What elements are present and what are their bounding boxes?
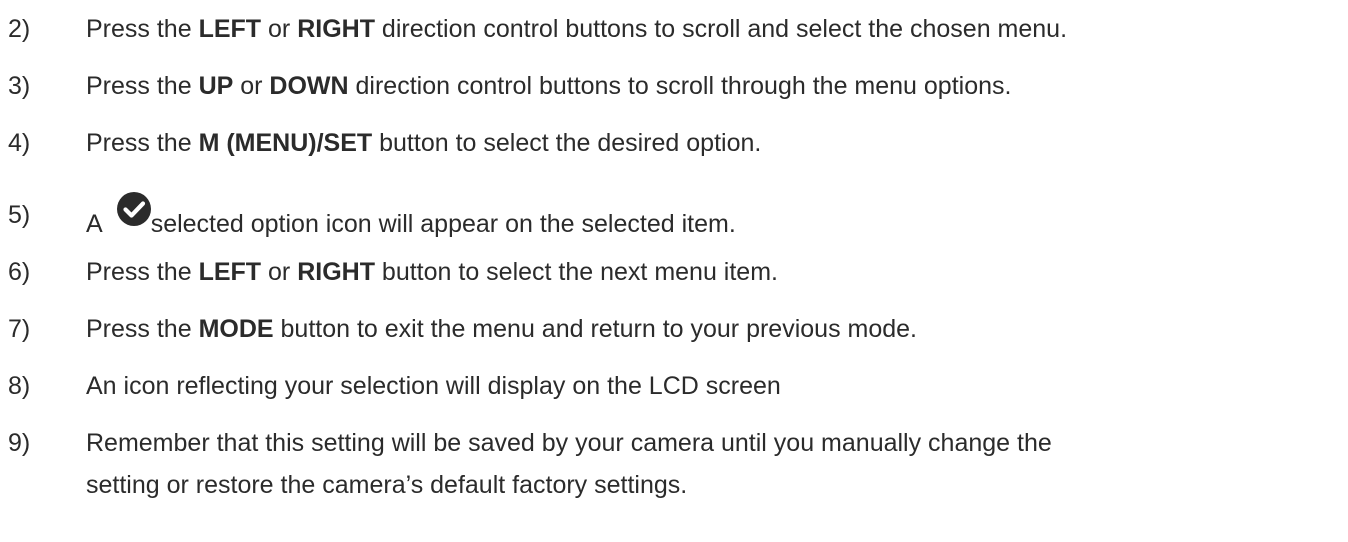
step-text: Remember that this setting will be saved… [86,429,1052,457]
key-down: DOWN [269,72,349,100]
step-text: Press the LEFT or RIGHT direction contro… [86,15,1068,43]
step-number: 9) [8,429,31,457]
key-mode: MODE [198,315,274,343]
key-up: UP [198,72,234,100]
step-text: Press the UP or DOWN direction control b… [86,72,1012,100]
step-text: An icon reflecting your selection will d… [86,372,781,400]
step-text: Press the M (MENU)/SET button to select … [86,129,762,157]
key-left: LEFT [198,258,262,286]
step-number: 4) [8,129,31,157]
key-right: RIGHT [297,258,375,286]
check-circle-icon [116,192,151,226]
step-number: 2) [8,15,31,43]
key-right: RIGHT [297,15,375,43]
step-number: 5) [8,201,31,229]
step-text-continuation: setting or restore the camera’s default … [86,471,688,499]
step-number: 7) [8,315,31,343]
instruction-list: 2) Press the LEFT or RIGHT direction con… [0,0,1348,542]
step-number: 8) [8,372,31,400]
step-number: 6) [8,258,31,286]
step-text: Press the LEFT or RIGHT button to select… [86,258,778,286]
step-number: 3) [8,72,31,100]
step-text: Press the MODE button to exit the menu a… [86,315,917,343]
key-menu-set: M (MENU)/SET [198,129,373,157]
key-left: LEFT [198,15,262,43]
step-text: Aselected option icon will appear on the… [86,192,736,239]
